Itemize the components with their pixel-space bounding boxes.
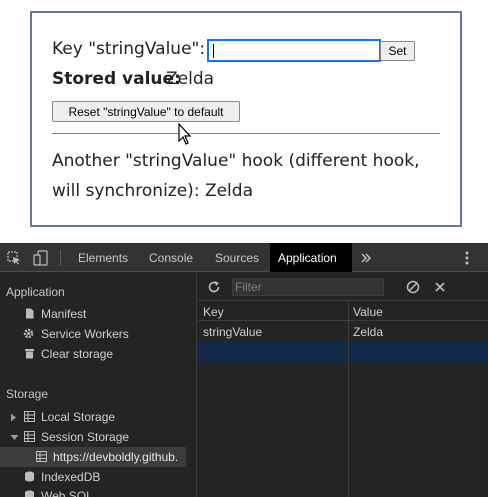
column-divider [348, 301, 349, 497]
stored-value: Zelda [166, 69, 215, 89]
gear-icon [23, 328, 34, 339]
trash-icon [25, 349, 34, 359]
inspect-element-icon[interactable] [7, 251, 21, 265]
table-row-selected-empty[interactable] [198, 342, 488, 361]
manifest-icon [26, 308, 34, 319]
storage-table-panel: Filter Key Value stringValue Zelda [198, 273, 488, 497]
tab-application[interactable]: Application [270, 243, 352, 272]
sidebar-item-session-storage[interactable]: Session Storage [41, 430, 129, 444]
sidebar-item-web-sql[interactable]: Web SQL [41, 489, 93, 497]
refresh-icon[interactable] [207, 280, 221, 294]
database-icon [25, 490, 34, 497]
sidebar-item-clear-storage[interactable]: Clear storage [41, 347, 113, 361]
application-sidebar: Application Manifest Service Workers Cle… [0, 273, 197, 497]
chevron-double-right-icon[interactable] [360, 252, 372, 264]
another-hook-text-line1: Another "stringValue" hook (different ho… [52, 151, 420, 171]
key-input[interactable] [207, 39, 381, 62]
another-hook-text-line2: will synchronize): Zelda [52, 181, 253, 201]
sidebar-item-service-workers[interactable]: Service Workers [41, 327, 129, 341]
set-button[interactable]: Set [380, 41, 415, 61]
key-label: Key "stringValue": [52, 39, 206, 59]
clear-all-icon[interactable] [406, 280, 420, 294]
mouse-pointer-icon [178, 123, 192, 145]
column-header-value[interactable]: Value [353, 305, 383, 319]
sidebar-heading-application: Application [6, 285, 65, 299]
sidebar-item-indexeddb[interactable]: IndexedDB [41, 470, 100, 484]
collapse-arrow-icon[interactable] [10, 434, 19, 441]
column-header-key[interactable]: Key [203, 305, 224, 319]
tab-sources[interactable]: Sources [207, 243, 267, 272]
filter-placeholder: Filter [235, 280, 262, 294]
expand-arrow-icon[interactable] [10, 413, 17, 422]
sidebar-item-session-origin[interactable]: https://devboldly.github. [53, 450, 178, 464]
grid-storage-icon [36, 451, 47, 462]
stored-value-label: Stored value: [52, 69, 181, 89]
grid-storage-icon [24, 431, 35, 442]
device-toolbar-icon[interactable] [33, 250, 49, 266]
section-divider [52, 133, 440, 134]
devtools-toolbar: Elements Console Sources Application [0, 243, 488, 272]
table-cell-value[interactable]: Zelda [353, 325, 383, 339]
filter-toolbar: Filter [198, 273, 488, 301]
tab-elements[interactable]: Elements [70, 243, 136, 272]
devtools-panel: Elements Console Sources Application App… [0, 243, 488, 497]
table-cell-key[interactable]: stringValue [203, 325, 262, 339]
delete-selected-icon[interactable] [434, 281, 446, 293]
tab-console[interactable]: Console [141, 243, 201, 272]
kebab-menu-icon[interactable] [464, 250, 470, 266]
sidebar-item-local-storage[interactable]: Local Storage [41, 410, 115, 424]
text-caret [213, 44, 214, 58]
database-icon [25, 471, 34, 482]
sidebar-heading-storage: Storage [6, 387, 49, 401]
grid-storage-icon [24, 411, 35, 422]
toolbar-separator [60, 250, 61, 266]
sidebar-item-manifest[interactable]: Manifest [41, 307, 86, 321]
reset-button[interactable]: Reset "stringValue" to default [52, 101, 240, 122]
table-header [198, 301, 488, 321]
demo-card: Key "stringValue": Set Stored value: Zel… [30, 11, 462, 227]
